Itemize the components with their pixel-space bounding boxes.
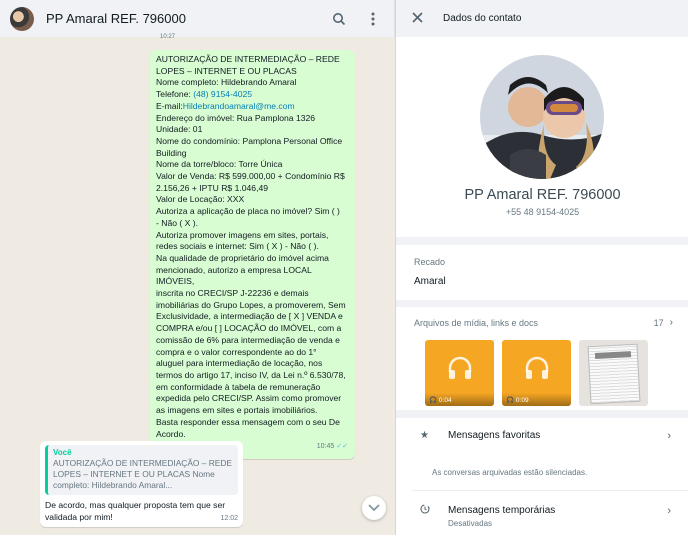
message-line: AUTORIZAÇÃO DE INTERMEDIAÇÃO – REDE bbox=[156, 54, 340, 64]
avatar[interactable] bbox=[10, 6, 34, 31]
message-line: inscrita no CRECI/SP J-22236 e demais bbox=[156, 288, 309, 299]
search-icon[interactable] bbox=[328, 8, 350, 30]
message-line: Building bbox=[156, 147, 187, 158]
about-value: Amaral bbox=[414, 276, 446, 287]
actions-section: ★ Mensagens favoritas › As conversas arq… bbox=[396, 418, 688, 535]
starred-messages-row[interactable]: ★ Mensagens favoritas › bbox=[396, 429, 688, 442]
star-icon: ★ bbox=[420, 430, 429, 441]
phone-line: Telefone: (48) 9154-4025 bbox=[156, 89, 348, 101]
media-section: Arquivos de mídia, links e docs 17 › 🎧 0:… bbox=[396, 307, 688, 410]
audio-thumbnail[interactable]: 🎧 0:09 bbox=[502, 340, 571, 406]
media-thumbnails: 🎧 0:04 🎧 0:09 bbox=[425, 340, 648, 406]
message-line: as imagens em sites e portais imobiliári… bbox=[156, 405, 318, 416]
message-line: mencionado, autorizo a empresa LOCAL IMÓ… bbox=[156, 264, 312, 287]
media-header[interactable]: Arquivos de mídia, links e docs 17 › bbox=[396, 307, 688, 328]
media-count[interactable]: 17 › bbox=[654, 317, 673, 328]
scroll-down-button[interactable] bbox=[362, 496, 386, 520]
document-thumbnail[interactable] bbox=[579, 340, 648, 406]
message-line: Valor de Venda: R$ 599.000,00 + Condomín… bbox=[156, 171, 345, 182]
outgoing-message[interactable]: AUTORIZAÇÃO DE INTERMEDIAÇÃO – REDE LOPE… bbox=[150, 50, 355, 459]
message-line: expedida pelo CRECI/SP. Assim como promo… bbox=[156, 393, 342, 404]
audio-duration: 🎧 0:04 bbox=[425, 393, 494, 406]
audio-thumbnail[interactable]: 🎧 0:04 bbox=[425, 340, 494, 406]
headphones-icon bbox=[525, 356, 549, 379]
message-line: imobiliárias do Grupo Lopes, a promovere… bbox=[156, 299, 346, 310]
message-line: compra e o valor correspondente ao do 1° bbox=[156, 346, 317, 357]
message-line: Autoriza a aplicação de placa no imóvel?… bbox=[156, 206, 340, 217]
message-time: 12:02 bbox=[220, 514, 238, 522]
chat-header[interactable]: PP Amaral REF. 796000 bbox=[0, 0, 395, 37]
panel-header: Dados do contato bbox=[396, 0, 688, 37]
audio-duration: 🎧 0:09 bbox=[502, 393, 571, 406]
audio-duration-text: 0:09 bbox=[515, 397, 529, 404]
read-ticks-icon: ✓✓ bbox=[336, 443, 348, 451]
about-section: Recado Amaral bbox=[396, 245, 688, 300]
message-timestamp: 10:27 bbox=[160, 34, 176, 40]
document-page-icon bbox=[587, 343, 641, 405]
chevron-right-icon: › bbox=[667, 504, 671, 517]
message-line: Acordo. bbox=[156, 428, 186, 439]
quote-author: Você bbox=[53, 448, 72, 457]
audio-duration-text: 0:04 bbox=[438, 397, 452, 404]
close-icon[interactable] bbox=[412, 11, 428, 26]
message-text: De acordo, mas qualquer proposta tem que… bbox=[45, 500, 226, 522]
message-line: aluguel para intermediação de locação, n… bbox=[156, 358, 323, 369]
message-line: COMPRA e/ou [ ] LOCAÇÃO do IMÓVEL, com a bbox=[156, 323, 342, 334]
quoted-message[interactable]: Você AUTORIZAÇÃO DE INTERMEDIAÇÃO – REDE… bbox=[45, 445, 238, 495]
media-count-value: 17 bbox=[653, 317, 664, 328]
panel-title: Dados do contato bbox=[443, 13, 522, 24]
contact-phone: +55 48 9154-4025 bbox=[505, 207, 580, 217]
profile-photo[interactable] bbox=[480, 55, 604, 179]
archived-note: As conversas arquivadas estão silenciada… bbox=[432, 468, 588, 477]
message-line: Nome da torre/bloco: Torre Única bbox=[156, 159, 283, 170]
quote-text: AUTORIZAÇÃO DE INTERMEDIAÇÃO – REDE LOPE… bbox=[53, 458, 233, 490]
menu-icon[interactable] bbox=[362, 8, 384, 30]
incoming-message[interactable]: Você AUTORIZAÇÃO DE INTERMEDIAÇÃO – REDE… bbox=[40, 441, 243, 527]
message-line: Exclusividade, a intermediação de [ X ] … bbox=[156, 311, 343, 322]
timer-icon bbox=[420, 504, 434, 517]
disappearing-messages-status: Desativadas bbox=[448, 519, 493, 528]
starred-messages-label: Mensagens favoritas bbox=[448, 430, 541, 441]
divider bbox=[412, 490, 688, 491]
message-line: Valor de Locação: XXX bbox=[156, 194, 245, 205]
message-line: LOPES – INTERNET E OU PLACAS bbox=[156, 65, 297, 76]
message-line: comissão de 6% para intermediação de ven… bbox=[156, 334, 340, 345]
contact-name: PP Amaral REF. 796000 bbox=[464, 187, 621, 203]
message-time-text: 10:45 bbox=[316, 443, 335, 451]
chat-pane: PP Amaral REF. 796000 10:27 AUTORIZAÇÃO … bbox=[0, 0, 395, 535]
email-label: E-mail: bbox=[156, 100, 183, 111]
about-label: Recado bbox=[414, 257, 446, 267]
email-link[interactable]: Hildebrandoamaral@me.com bbox=[183, 101, 295, 111]
message-line: em conformidade à tabela de remuneração bbox=[156, 381, 321, 392]
profile-section: PP Amaral REF. 796000 +55 48 9154-4025 bbox=[396, 37, 688, 237]
message-line: Basta responder essa mensagem com o seu … bbox=[156, 416, 340, 427]
chat-title[interactable]: PP Amaral REF. 796000 bbox=[46, 11, 316, 26]
message-line: Nome do condomínio: Pamplona Personal Of… bbox=[156, 135, 343, 146]
message-line: Nome completo: Hildebrando Amaral bbox=[156, 77, 297, 88]
message-line: 2.156,26 + IPTU R$ 1.046,49 bbox=[156, 182, 269, 193]
message-line: Unidade: 01 bbox=[156, 124, 203, 135]
chevron-down-icon bbox=[368, 504, 380, 512]
disappearing-messages-row[interactable]: Mensagens temporárias › bbox=[396, 504, 688, 517]
message-line: termos do artigo 17, inciso IV, da Lei n… bbox=[156, 369, 346, 380]
media-label: Arquivos de mídia, links e docs bbox=[414, 317, 539, 328]
phone-link[interactable]: (48) 9154-4025 bbox=[193, 89, 252, 99]
chevron-right-icon: › bbox=[669, 317, 673, 328]
message-line: redes sociais e internet: Sim ( X ) - Nã… bbox=[156, 241, 319, 252]
whatsapp-window: PP Amaral REF. 796000 10:27 AUTORIZAÇÃO … bbox=[0, 0, 688, 535]
email-line: E-mail:Hildebrandoamaral@me.com bbox=[156, 101, 348, 113]
chevron-right-icon: › bbox=[667, 429, 671, 442]
message-line: Na qualidade de proprietário do imóvel a… bbox=[156, 252, 329, 263]
contact-info-panel: Dados do contato PP Amaral REF. 796000 +… bbox=[395, 0, 688, 535]
headphones-icon bbox=[448, 356, 472, 379]
disappearing-messages-label: Mensagens temporárias bbox=[448, 505, 556, 516]
message-line: Autoriza promover imagens em sites, port… bbox=[156, 229, 329, 240]
message-line: - Não ( X ). bbox=[156, 217, 199, 228]
message-line: Endereço do imóvel: Rua Pamplona 1326 bbox=[156, 112, 316, 123]
phone-label: Telefone: bbox=[156, 89, 194, 100]
